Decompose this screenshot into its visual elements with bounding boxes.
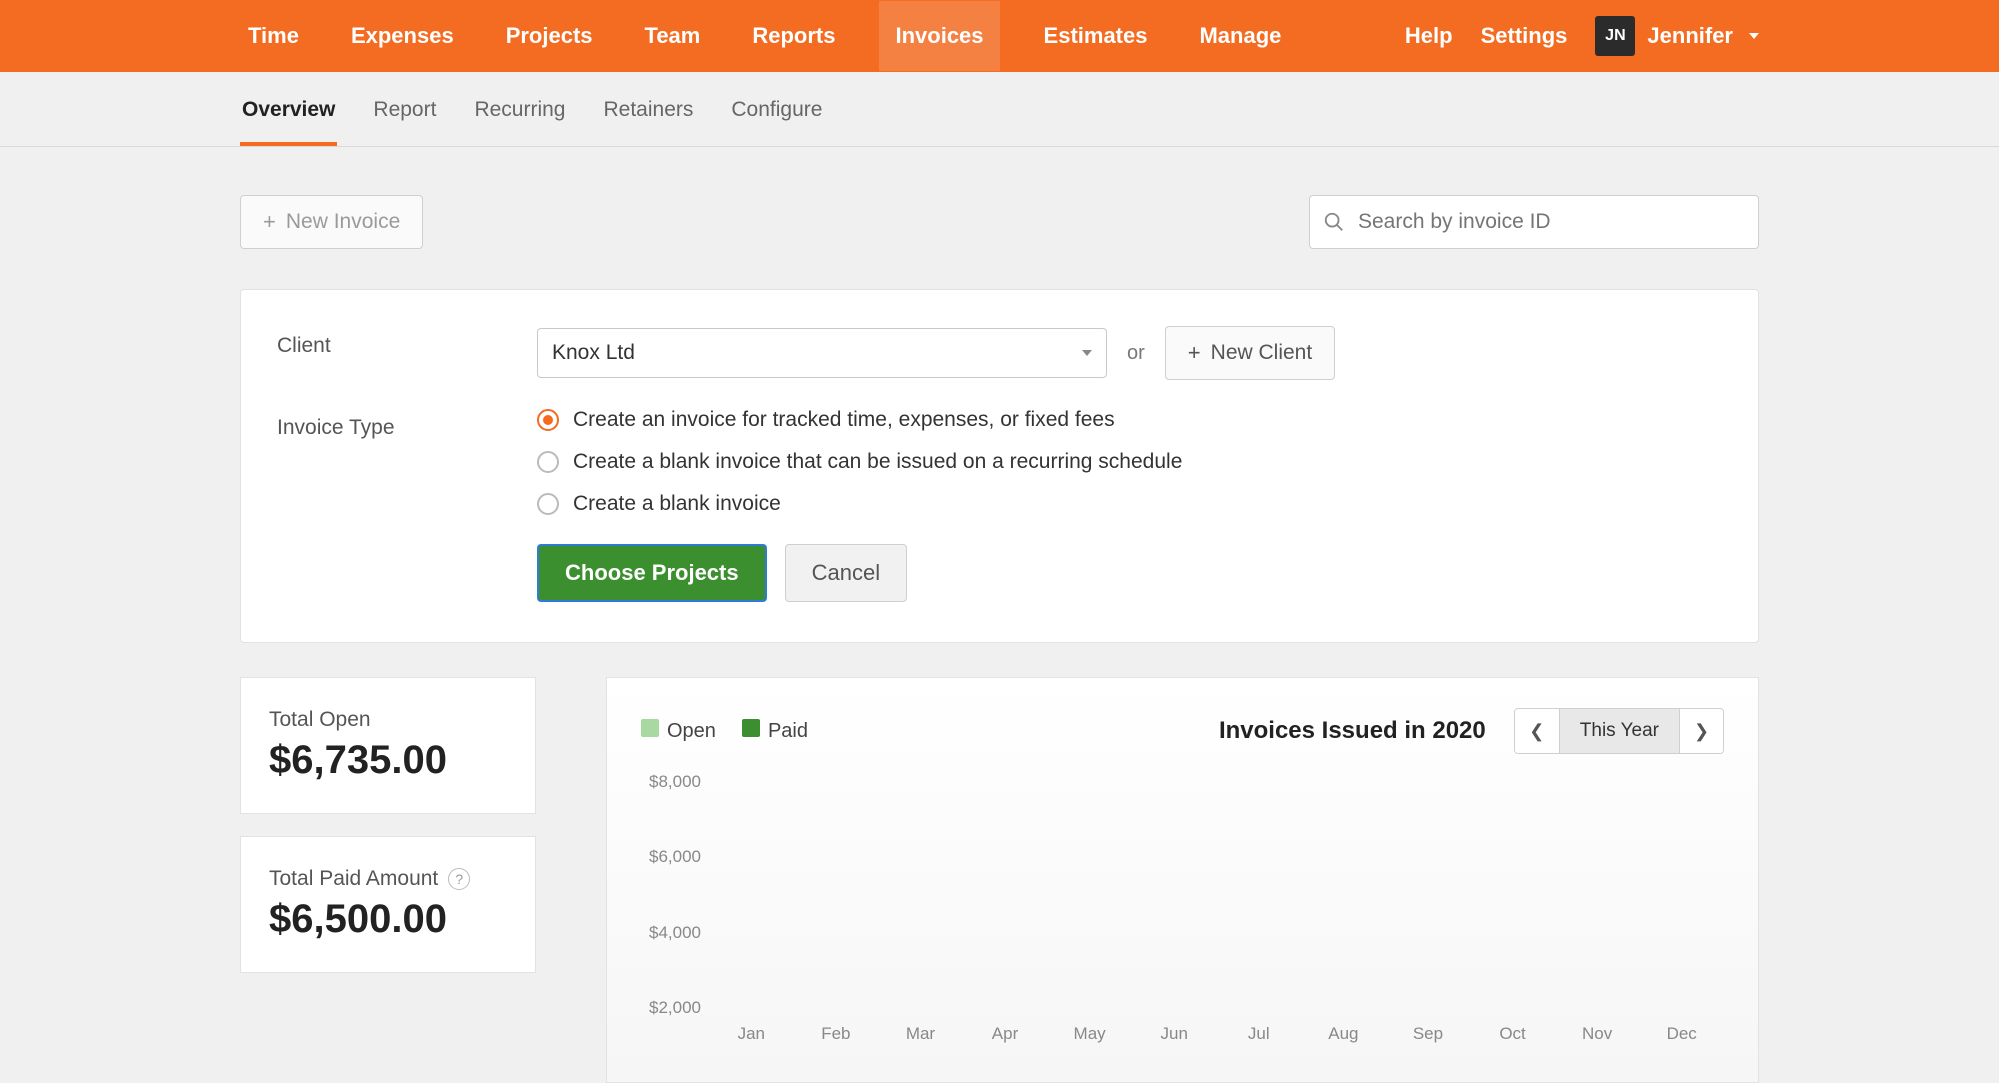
cancel-button[interactable]: Cancel — [785, 544, 907, 602]
nav-item-time[interactable]: Time — [240, 1, 307, 71]
chart-title: Invoices Issued in 2020 — [1219, 717, 1486, 745]
help-icon[interactable]: ? — [448, 868, 470, 890]
top-nav: Time Expenses Projects Team Reports Invoices E… — [0, 0, 1999, 72]
avatar: JN — [1595, 16, 1635, 56]
radio-label: Create an invoice for tracked time, expe… — [573, 408, 1115, 432]
new-invoice-form: Client Knox Ltd or + New Client Invoice … — [240, 289, 1759, 643]
x-tick: Dec — [1639, 1024, 1724, 1052]
tab-overview[interactable]: Overview — [240, 72, 337, 146]
chevron-down-icon — [1082, 350, 1092, 356]
client-select-value: Knox Ltd — [552, 341, 635, 365]
legend-open-label: Open — [667, 720, 716, 742]
legend-swatch-open — [641, 719, 659, 737]
range-next-button[interactable]: ❯ — [1679, 709, 1723, 753]
new-client-label: New Client — [1211, 341, 1313, 365]
nav-item-team[interactable]: Team — [637, 1, 709, 71]
client-label: Client — [277, 326, 537, 358]
total-paid-value: $6,500.00 — [269, 897, 507, 942]
x-tick: Aug — [1301, 1024, 1386, 1052]
legend-swatch-paid — [742, 719, 760, 737]
new-client-button[interactable]: + New Client — [1165, 326, 1335, 380]
invoice-type-option-1[interactable]: Create a blank invoice that can be issue… — [537, 450, 1182, 474]
x-tick: Jul — [1217, 1024, 1302, 1052]
y-tick: $8,000 — [649, 772, 701, 792]
range-prev-button[interactable]: ❮ — [1515, 709, 1559, 753]
or-text: or — [1127, 342, 1145, 365]
radio-label: Create a blank invoice — [573, 492, 781, 516]
nav-item-invoices[interactable]: Invoices — [879, 1, 999, 71]
invoice-type-option-2[interactable]: Create a blank invoice — [537, 492, 1182, 516]
x-tick: Nov — [1555, 1024, 1640, 1052]
radio-label: Create a blank invoice that can be issue… — [573, 450, 1182, 474]
x-tick: Jan — [709, 1024, 794, 1052]
x-tick: Apr — [963, 1024, 1048, 1052]
nav-item-projects[interactable]: Projects — [498, 1, 601, 71]
y-tick: $2,000 — [649, 998, 701, 1018]
total-paid-label: Total Paid Amount — [269, 867, 438, 891]
client-select[interactable]: Knox Ltd — [537, 328, 1107, 378]
new-invoice-label: New Invoice — [286, 210, 400, 234]
chevron-down-icon — [1749, 33, 1759, 39]
invoices-chart-card: Open Paid Invoices Issued in 2020 ❮ This… — [606, 677, 1759, 1083]
plus-icon: + — [1188, 342, 1201, 364]
user-menu[interactable]: JN Jennifer — [1595, 16, 1759, 56]
x-tick: Sep — [1386, 1024, 1471, 1052]
nav-item-estimates[interactable]: Estimates — [1036, 1, 1156, 71]
search-input[interactable] — [1309, 195, 1759, 249]
nav-help[interactable]: Help — [1405, 23, 1453, 49]
tab-recurring[interactable]: Recurring — [472, 72, 567, 146]
radio-icon — [537, 451, 559, 473]
user-name: Jennifer — [1647, 23, 1733, 49]
search-icon — [1323, 211, 1345, 233]
new-invoice-button[interactable]: + New Invoice — [240, 195, 423, 249]
chart-legend: Open Paid — [641, 719, 808, 743]
x-tick: Jun — [1132, 1024, 1217, 1052]
x-tick: Feb — [794, 1024, 879, 1052]
invoice-type-label: Invoice Type — [277, 408, 537, 440]
total-open-value: $6,735.00 — [269, 738, 507, 783]
legend-paid-label: Paid — [768, 720, 808, 742]
total-open-label: Total Open — [269, 708, 507, 732]
radio-icon — [537, 409, 559, 431]
x-tick: Oct — [1470, 1024, 1555, 1052]
nav-item-manage[interactable]: Manage — [1191, 1, 1289, 71]
total-paid-card: Total Paid Amount ? $6,500.00 — [240, 836, 536, 973]
y-tick: $6,000 — [649, 847, 701, 867]
plus-icon: + — [263, 211, 276, 233]
nav-item-expenses[interactable]: Expenses — [343, 1, 462, 71]
nav-settings[interactable]: Settings — [1481, 23, 1568, 49]
x-tick: Mar — [878, 1024, 963, 1052]
total-open-card: Total Open $6,735.00 — [240, 677, 536, 814]
y-tick: $4,000 — [649, 923, 701, 943]
chart-plot: $8,000$6,000$4,000$2,000 JanFebMarAprMay… — [709, 772, 1724, 1052]
radio-icon — [537, 493, 559, 515]
range-picker: ❮ This Year ❯ — [1514, 708, 1724, 754]
choose-projects-button[interactable]: Choose Projects — [537, 544, 767, 602]
tab-retainers[interactable]: Retainers — [601, 72, 695, 146]
tab-configure[interactable]: Configure — [729, 72, 824, 146]
tab-report[interactable]: Report — [371, 72, 438, 146]
nav-item-reports[interactable]: Reports — [744, 1, 843, 71]
sub-tabs: Overview Report Recurring Retainers Configur… — [0, 72, 1999, 147]
invoice-type-option-0[interactable]: Create an invoice for tracked time, expe… — [537, 408, 1182, 432]
x-tick: May — [1047, 1024, 1132, 1052]
range-label[interactable]: This Year — [1559, 709, 1679, 753]
